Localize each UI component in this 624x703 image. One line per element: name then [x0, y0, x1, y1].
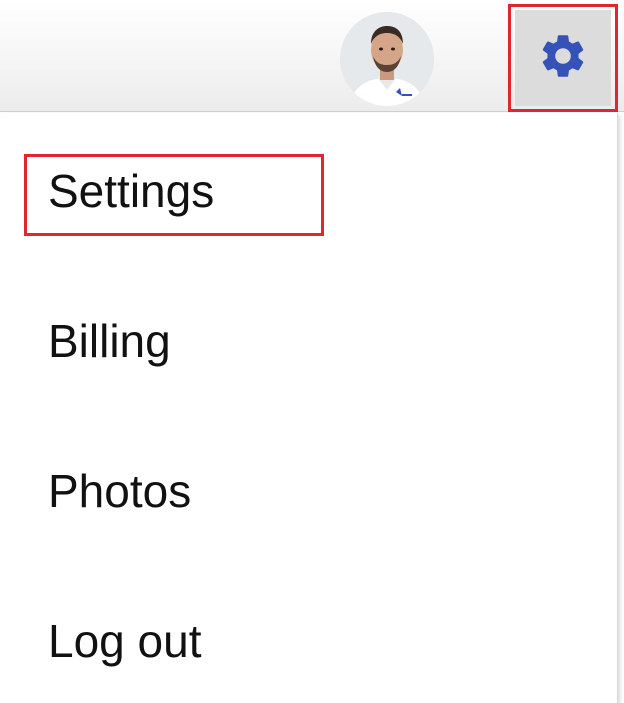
- top-bar: [0, 0, 624, 112]
- page: Settings Billing Photos Log out: [0, 0, 624, 703]
- menu-item-settings[interactable]: Settings: [48, 164, 214, 218]
- avatar[interactable]: [340, 12, 434, 106]
- menu-item-log-out[interactable]: Log out: [48, 614, 201, 668]
- dropdown-menu: Settings Billing Photos Log out: [0, 113, 618, 703]
- gear-button-background: [515, 10, 611, 106]
- menu-item-photos[interactable]: Photos: [48, 464, 191, 518]
- gear-icon: [537, 30, 589, 87]
- settings-gear-button[interactable]: [508, 4, 618, 112]
- avatar-photo: [340, 12, 434, 106]
- menu-item-billing[interactable]: Billing: [48, 314, 171, 368]
